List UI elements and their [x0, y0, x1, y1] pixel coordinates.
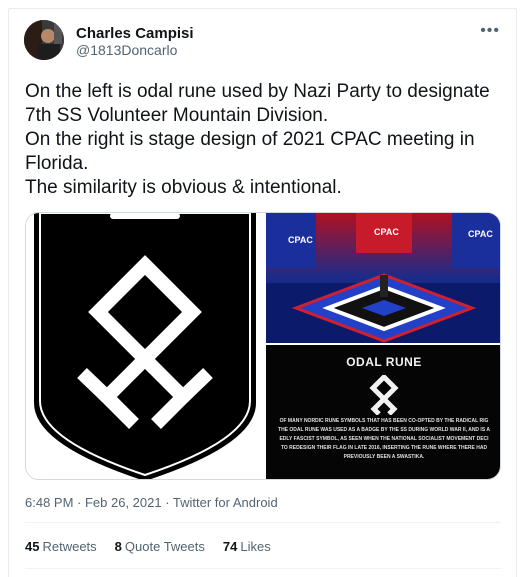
caption-line: THE ODAL RUNE WAS USED AS A BADGE BY THE…	[278, 427, 490, 433]
odal-rune-title: ODAL RUNE	[346, 355, 422, 369]
media-grid: CPAC CPAC CPAC ODAL RUNE OF MANY NORDIC …	[25, 212, 501, 480]
caption-line: PREVIOUSLY BEEN A SWASTIKA.	[343, 454, 425, 460]
retweets-label: Retweets	[42, 539, 97, 554]
tweet-stats: 45 Retweets 8 Quote Tweets 74 Likes	[25, 539, 289, 554]
cpac-logo-left: CPAC	[288, 235, 313, 245]
caption-line: TO REDESIGN THEIR FLAG IN LATE 2016, INS…	[280, 445, 488, 451]
odal-rune-shield-image[interactable]	[26, 213, 264, 479]
author-name[interactable]: Charles Campisi	[76, 25, 194, 42]
odal-rune-info-image[interactable]: ODAL RUNE OF MANY NORDIC RUNE SYMBOLS TH…	[266, 345, 500, 479]
divider	[25, 522, 501, 523]
odal-rune-icon	[369, 375, 399, 415]
tweet-line: The similarity is obvious & intentional.	[25, 177, 342, 198]
likes-label: Likes	[240, 539, 271, 554]
tweet-line: On the left is odal rune used by Nazi Pa…	[25, 81, 490, 102]
retweets-stat[interactable]: 45 Retweets	[25, 539, 97, 554]
tweet-line: 7th SS Volunteer Mountain Division.	[25, 105, 329, 126]
more-options-icon[interactable]: •••	[480, 22, 500, 40]
tweet-timestamp[interactable]: 6:48 PM · Feb 26, 2021 · Twitter for And…	[25, 495, 278, 510]
quote-tweets-stat[interactable]: 8 Quote Tweets	[115, 539, 205, 554]
odal-rune-caption: OF MANY NORDIC RUNE SYMBOLS THAT HAS BEE…	[268, 417, 500, 462]
caption-line: EDLY FASCIST SYMBOL, AS SEEN WHEN THE NA…	[279, 436, 489, 442]
likes-stat[interactable]: 74 Likes	[223, 539, 271, 554]
avatar[interactable]	[24, 20, 64, 60]
likes-count: 74	[222, 539, 238, 554]
tweet-line: Florida.	[25, 153, 89, 174]
quotes-label: Quote Tweets	[124, 539, 205, 554]
caption-line: OF MANY NORDIC RUNE SYMBOLS THAT HAS BEE…	[279, 418, 489, 424]
tweet-text: On the left is odal rune used by Nazi Pa…	[25, 80, 505, 200]
tweet-line: On the right is stage design of 2021 CPA…	[25, 129, 475, 150]
retweets-count: 45	[25, 539, 40, 554]
divider	[25, 568, 501, 569]
cpac-logo-right: CPAC	[468, 229, 493, 239]
author-handle[interactable]: @1813Doncarlo	[76, 42, 177, 58]
cpac-stage-image[interactable]: CPAC CPAC CPAC	[266, 213, 500, 343]
cpac-logo-center: CPAC	[374, 227, 399, 237]
quotes-count: 8	[114, 539, 122, 554]
